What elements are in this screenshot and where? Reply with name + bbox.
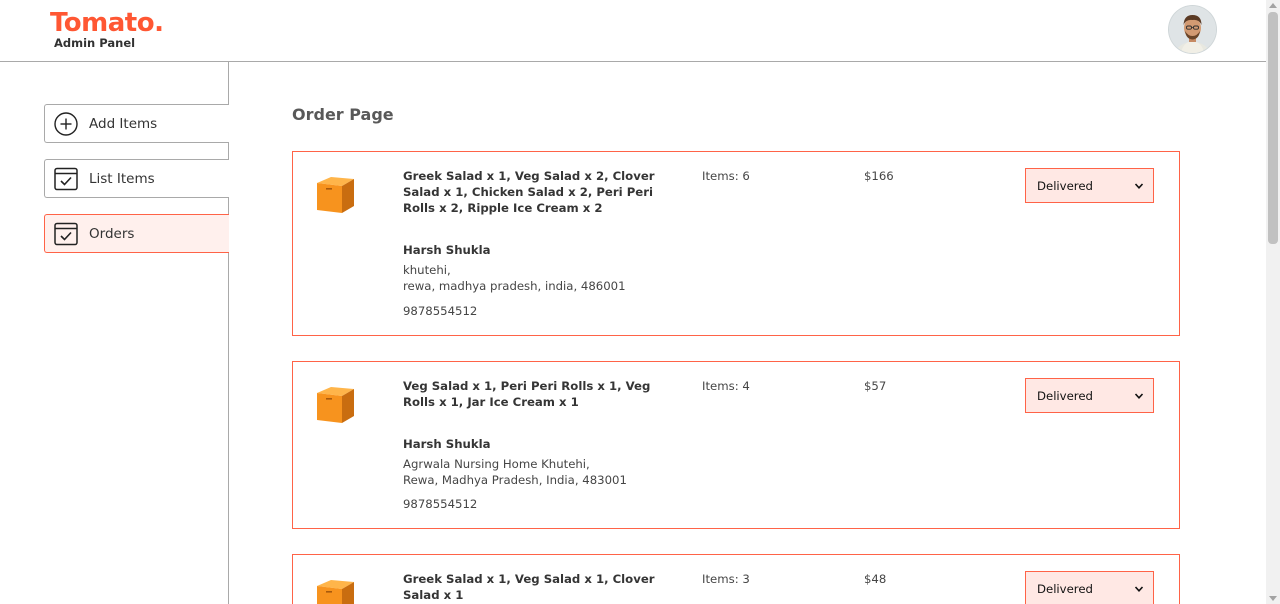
order-items: Greek Salad x 1, Veg Salad x 2, Clover S… <box>403 169 655 215</box>
sidebar-item-label: List Items <box>89 170 155 187</box>
sidebar-item-list-items[interactable]: List Items <box>44 159 229 198</box>
order-amount: $57 <box>864 379 887 393</box>
status-value: Delivered <box>1037 178 1093 193</box>
order-amount: $48 <box>864 572 887 586</box>
address-line: Agrwala Nursing Home Khutehi, <box>403 457 590 471</box>
chevron-down-icon <box>1134 586 1144 592</box>
status-select[interactable]: Delivered <box>1025 571 1154 604</box>
customer-name: Harsh Shukla <box>403 437 491 451</box>
order-amount: $166 <box>864 169 894 183</box>
sidebar-item-label: Add Items <box>89 115 158 132</box>
customer-address: Agrwala Nursing Home Khutehi, Rewa, Madh… <box>403 456 627 488</box>
sidebar-item-label: Orders <box>89 225 135 242</box>
page-title: Order Page <box>292 105 394 124</box>
customer-phone: 9878554512 <box>403 304 478 318</box>
item-count: Items: 3 <box>702 572 750 586</box>
top-navbar: Tomato. Admin Panel <box>0 0 1266 62</box>
customer-address: khutehi, rewa, madhya pradesh, india, 48… <box>403 262 626 294</box>
logo[interactable]: Tomato. Admin Panel <box>50 8 164 50</box>
checklist-icon <box>53 221 79 247</box>
status-select[interactable]: Delivered <box>1025 378 1154 413</box>
order-card: Greek Salad x 1, Veg Salad x 2, Clover S… <box>292 151 1180 336</box>
person-avatar-icon <box>1169 6 1216 53</box>
add-circle-icon <box>53 111 79 137</box>
parcel-icon <box>317 177 354 213</box>
customer-name: Harsh Shukla <box>403 243 491 257</box>
customer-phone: 9878554512 <box>403 497 478 511</box>
sidebar-item-add-items[interactable]: Add Items <box>44 104 229 143</box>
checklist-icon <box>53 166 79 192</box>
address-line: Rewa, Madhya Pradesh, India, 483001 <box>403 473 627 487</box>
order-items: Greek Salad x 1, Veg Salad x 1, Clover S… <box>403 572 655 602</box>
parcel-icon <box>317 580 354 604</box>
scrollbar-thumb[interactable] <box>1268 12 1278 244</box>
sidebar-item-orders[interactable]: Orders <box>44 214 229 253</box>
chevron-down-icon <box>1134 393 1144 399</box>
parcel-icon <box>317 387 354 423</box>
sidebar: Add Items List Items Orders <box>0 62 229 604</box>
order-items: Veg Salad x 1, Peri Peri Rolls x 1, Veg … <box>403 379 651 409</box>
order-card: Veg Salad x 1, Peri Peri Rolls x 1, Veg … <box>292 361 1180 529</box>
profile-avatar[interactable] <box>1169 6 1216 53</box>
status-value: Delivered <box>1037 388 1093 403</box>
order-card: Greek Salad x 1, Veg Salad x 1, Clover S… <box>292 554 1180 604</box>
address-line: rewa, madhya pradesh, india, 486001 <box>403 279 626 293</box>
status-value: Delivered <box>1037 581 1093 596</box>
scroll-down-arrow-icon[interactable] <box>1269 596 1277 601</box>
page-scrollbar[interactable] <box>1266 0 1280 604</box>
scroll-up-arrow-icon[interactable] <box>1269 3 1277 8</box>
logo-subtitle: Admin Panel <box>54 36 136 50</box>
address-line: khutehi, <box>403 263 451 277</box>
logo-title: Tomato. <box>50 8 164 38</box>
status-select[interactable]: Delivered <box>1025 168 1154 203</box>
item-count: Items: 6 <box>702 169 750 183</box>
chevron-down-icon <box>1134 183 1144 189</box>
item-count: Items: 4 <box>702 379 750 393</box>
